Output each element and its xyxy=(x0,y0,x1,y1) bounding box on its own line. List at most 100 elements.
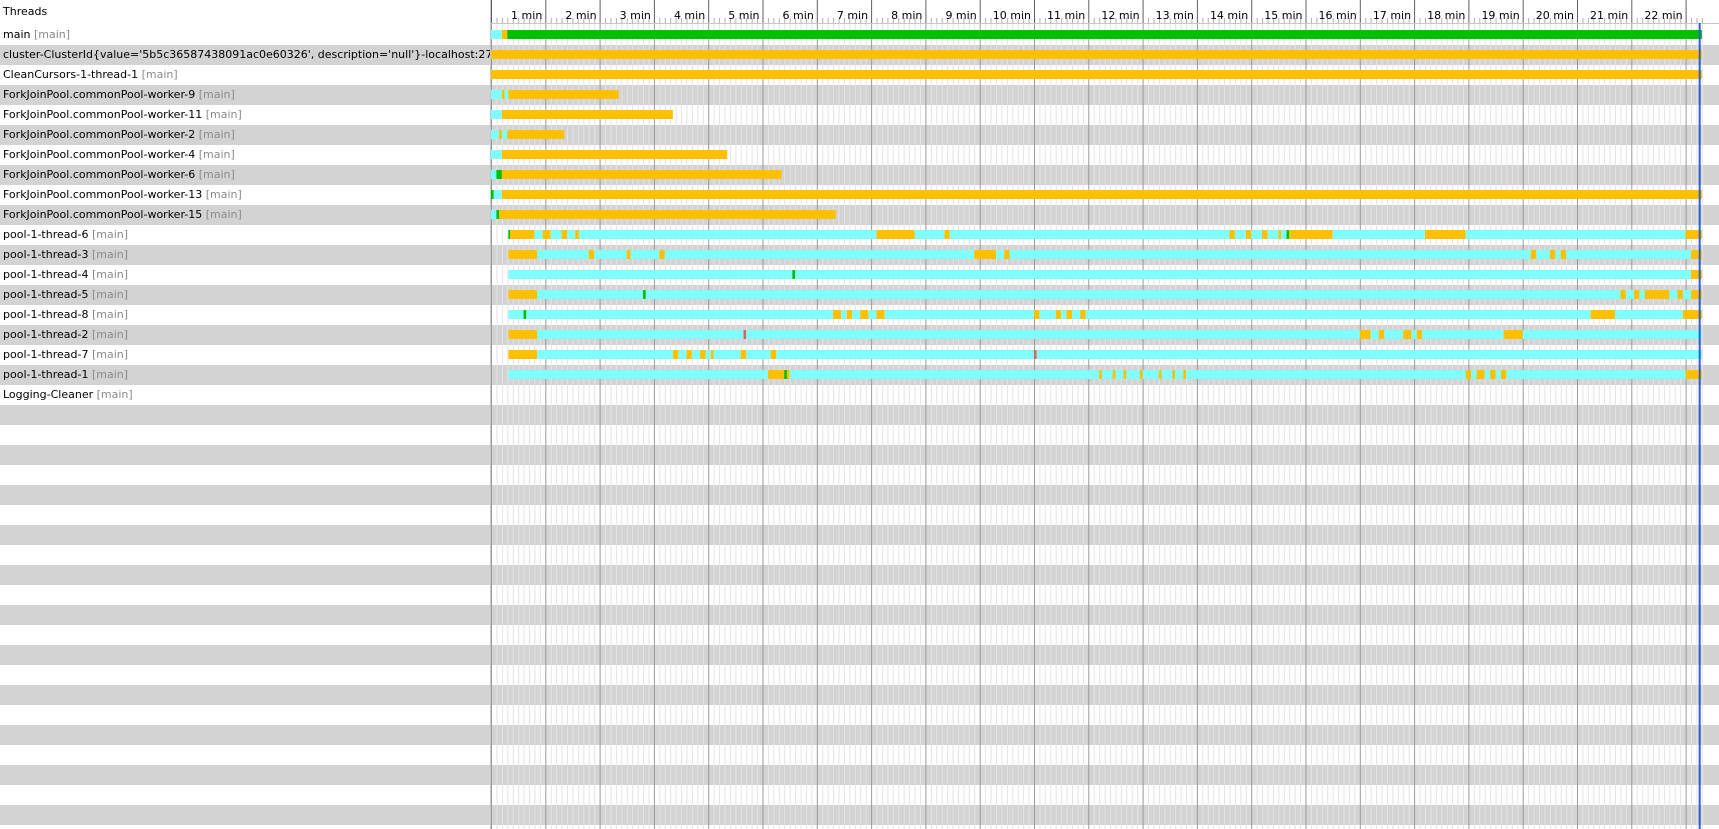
state-segment-running[interactable] xyxy=(508,230,511,239)
thread-timeline-row[interactable] xyxy=(491,150,728,159)
thread-row[interactable]: cluster-ClusterId{value='5b5c36587438091… xyxy=(0,45,490,65)
state-segment-waiting[interactable] xyxy=(1289,230,1333,239)
state-segment-sleeping[interactable] xyxy=(1625,290,1635,299)
state-segment-sleeping[interactable] xyxy=(1471,370,1477,379)
thread-row[interactable]: pool-1-thread-7 [main] xyxy=(0,345,490,365)
state-segment-waiting[interactable] xyxy=(944,230,950,239)
state-segment-waiting[interactable] xyxy=(1620,290,1626,299)
state-segment-waiting[interactable] xyxy=(491,50,1702,59)
state-segment-waiting[interactable] xyxy=(1644,290,1670,299)
state-segment-waiting[interactable] xyxy=(1503,330,1523,339)
state-segment-waiting[interactable] xyxy=(876,310,885,319)
state-segment-sleeping[interactable] xyxy=(852,310,861,319)
state-segment-sleeping[interactable] xyxy=(789,370,1100,379)
state-segment-waiting[interactable] xyxy=(508,290,538,299)
thread-timeline-row[interactable] xyxy=(508,350,1702,359)
thread-timeline-row[interactable] xyxy=(508,290,1702,299)
state-segment-sleeping[interactable] xyxy=(630,250,660,259)
state-segment-waiting[interactable] xyxy=(1139,370,1143,379)
thread-row[interactable]: main [main] xyxy=(0,25,490,45)
state-segment-sleeping[interactable] xyxy=(1251,230,1263,239)
thread-timeline-row[interactable] xyxy=(508,250,1702,259)
state-segment-sleeping[interactable] xyxy=(1175,370,1184,379)
state-segment-running[interactable] xyxy=(491,190,494,199)
state-segment-waiting[interactable] xyxy=(542,230,551,239)
state-segment-waiting[interactable] xyxy=(1158,370,1162,379)
state-segment-waiting[interactable] xyxy=(1004,250,1010,259)
state-segment-waiting[interactable] xyxy=(786,370,790,379)
state-segment-waiting[interactable] xyxy=(575,230,579,239)
state-segment-waiting[interactable] xyxy=(507,130,565,139)
thread-timeline-row[interactable] xyxy=(491,90,619,99)
state-segment-sleeping[interactable] xyxy=(493,190,502,199)
state-segment-sleeping[interactable] xyxy=(1281,230,1287,239)
state-segment-other[interactable] xyxy=(743,330,747,339)
state-segment-waiting[interactable] xyxy=(1560,250,1567,259)
state-segment-sleeping[interactable] xyxy=(1615,310,1683,319)
thread-row[interactable]: pool-1-thread-2 [main] xyxy=(0,325,490,345)
thread-row[interactable]: ForkJoinPool.commonPool-worker-9 [main] xyxy=(0,85,490,105)
state-segment-waiting[interactable] xyxy=(1245,230,1252,239)
state-segment-sleeping[interactable] xyxy=(1384,330,1404,339)
state-segment-waiting[interactable] xyxy=(499,130,502,139)
state-segment-running[interactable] xyxy=(496,210,500,219)
state-segment-waiting[interactable] xyxy=(501,190,1702,199)
state-segment-waiting[interactable] xyxy=(710,350,714,359)
state-segment-waiting[interactable] xyxy=(1378,330,1385,339)
state-segment-waiting[interactable] xyxy=(1530,250,1537,259)
state-segment-waiting[interactable] xyxy=(1490,370,1496,379)
state-segment-waiting[interactable] xyxy=(1262,230,1268,239)
state-segment-sleeping[interactable] xyxy=(1009,250,1531,259)
state-segment-sleeping[interactable] xyxy=(504,90,509,99)
state-segment-waiting[interactable] xyxy=(501,170,782,179)
thread-row[interactable]: ForkJoinPool.commonPool-worker-4 [main] xyxy=(0,145,490,165)
state-segment-sleeping[interactable] xyxy=(746,350,771,359)
state-segment-running[interactable] xyxy=(496,170,502,179)
state-segment-waiting[interactable] xyxy=(1424,230,1466,239)
state-segment-waiting[interactable] xyxy=(1359,330,1371,339)
state-segment-waiting[interactable] xyxy=(510,230,535,239)
state-segment-waiting[interactable] xyxy=(1403,330,1412,339)
state-segment-waiting[interactable] xyxy=(1465,370,1472,379)
state-segment-waiting[interactable] xyxy=(686,350,692,359)
state-segment-waiting[interactable] xyxy=(1034,310,1040,319)
state-segment-waiting[interactable] xyxy=(508,330,538,339)
state-segment-sleeping[interactable] xyxy=(1332,230,1425,239)
thread-row[interactable]: pool-1-thread-5 [main] xyxy=(0,285,490,305)
thread-row[interactable]: ForkJoinPool.commonPool-worker-13 [main] xyxy=(0,185,490,205)
state-segment-waiting[interactable] xyxy=(1123,370,1127,379)
state-segment-waiting[interactable] xyxy=(1416,330,1423,339)
state-segment-waiting[interactable] xyxy=(700,350,706,359)
state-segment-sleeping[interactable] xyxy=(1036,350,1702,359)
state-segment-sleeping[interactable] xyxy=(1411,330,1417,339)
thread-row[interactable]: ForkJoinPool.commonPool-worker-11 [main] xyxy=(0,105,490,125)
state-segment-waiting[interactable] xyxy=(767,370,785,379)
state-segment-sleeping[interactable] xyxy=(501,130,508,139)
state-segment-waiting[interactable] xyxy=(508,350,538,359)
state-segment-waiting[interactable] xyxy=(1055,310,1062,319)
thread-timeline-row[interactable] xyxy=(491,170,782,179)
state-segment-waiting[interactable] xyxy=(1229,230,1235,239)
state-segment-running[interactable] xyxy=(507,30,1702,39)
state-segment-waiting[interactable] xyxy=(1112,370,1116,379)
state-segment-waiting[interactable] xyxy=(1066,310,1073,319)
timeline-chart[interactable]: 1 min 2 min 3 min 4 min 5 min 6 min 7 min 8 min… xyxy=(491,0,1719,829)
thread-row[interactable]: ForkJoinPool.commonPool-worker-6 [main] xyxy=(0,165,490,185)
thread-row[interactable]: pool-1-thread-6 [main] xyxy=(0,225,490,245)
state-segment-sleeping[interactable] xyxy=(534,230,543,239)
state-segment-sleeping[interactable] xyxy=(1085,310,1591,319)
thread-row[interactable]: CleanCursors-1-thread-1 [main] xyxy=(0,65,490,85)
state-segment-sleeping[interactable] xyxy=(1061,310,1067,319)
thread-timeline-row[interactable] xyxy=(508,230,1702,239)
state-segment-sleeping[interactable] xyxy=(508,370,768,379)
state-segment-sleeping[interactable] xyxy=(491,170,497,179)
state-segment-waiting[interactable] xyxy=(588,250,595,259)
state-segment-sleeping[interactable] xyxy=(537,350,673,359)
state-segment-sleeping[interactable] xyxy=(949,230,1230,239)
state-segment-waiting[interactable] xyxy=(833,310,842,319)
state-segment-sleeping[interactable] xyxy=(1522,330,1702,339)
state-segment-sleeping[interactable] xyxy=(550,230,562,239)
state-segment-sleeping[interactable] xyxy=(914,230,945,239)
thread-timeline-row[interactable] xyxy=(508,370,1702,379)
state-segment-waiting[interactable] xyxy=(1172,370,1176,379)
